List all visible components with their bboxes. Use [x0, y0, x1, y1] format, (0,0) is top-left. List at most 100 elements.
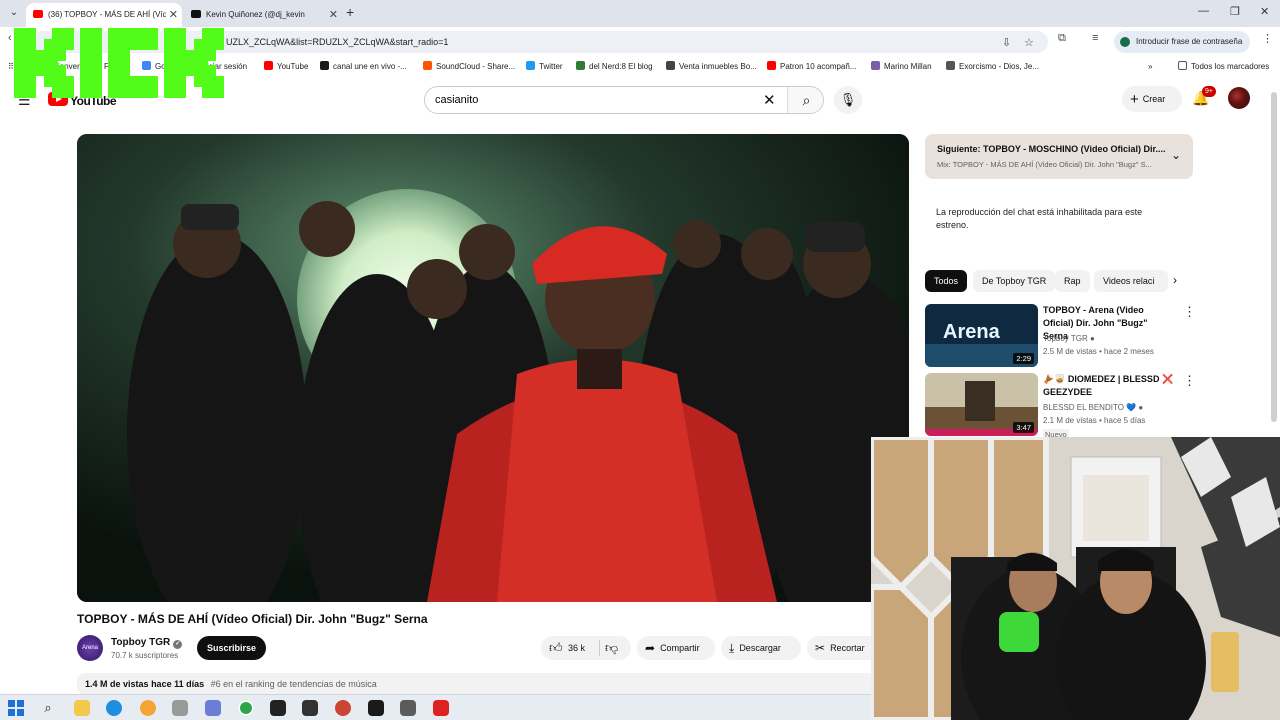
app-icon[interactable]	[172, 700, 188, 716]
more-options-icon[interactable]: ⋮	[1183, 304, 1196, 320]
notification-badge: 9+	[1202, 86, 1216, 97]
close-tab-icon[interactable]: ✕	[329, 3, 338, 27]
app-icon[interactable]	[302, 700, 318, 716]
download-button[interactable]: ⤓ Descargar	[721, 636, 801, 660]
bookmark-item[interactable]: YouTube	[264, 61, 308, 73]
thumbnail-title-text: Arena	[943, 321, 1001, 343]
tiktok-icon	[191, 10, 201, 18]
bookmark-item[interactable]: Patron 10 acompañ...	[767, 61, 857, 73]
trending-rank[interactable]: #6 en el ranking de tendencias de música	[211, 679, 377, 689]
mic-icon: 🎙	[839, 92, 857, 107]
related-title[interactable]: 🪘🥃 DIOMEDEZ | BLESSD ❌ GEEZYDEE	[1043, 373, 1175, 399]
like-icon[interactable]: 👍︎	[549, 636, 563, 660]
channel-name[interactable]: Topboy TGR ✓	[111, 637, 183, 649]
fr-icon	[666, 61, 675, 70]
clear-search-icon[interactable]: ✕	[763, 91, 776, 109]
chip-todos[interactable]: Todos	[925, 270, 968, 292]
chevron-right-icon[interactable]: ›	[1173, 273, 1177, 287]
app-icon[interactable]	[140, 700, 156, 716]
divider	[599, 640, 600, 656]
browser-menu-icon[interactable]: ⋮	[1262, 32, 1273, 45]
windows-taskbar: ⌕	[0, 694, 871, 720]
youtube-icon	[33, 10, 43, 18]
browser-tab-strip: ⌄ (36) TOPBOY - MÁS DE AHÍ (Víd ✕ Kevin …	[0, 0, 1280, 27]
download-icon: ⤓	[729, 641, 735, 655]
app-icon[interactable]	[270, 700, 286, 716]
bookmark-item[interactable]: canal une en vivo -...	[320, 61, 407, 73]
bookmark-item[interactable]: Exorcismo - Dios, Je...	[946, 61, 1039, 73]
bookmark-item[interactable]: Marino Millan	[871, 61, 932, 73]
chip-rap[interactable]: Rap	[1055, 270, 1090, 292]
description-box[interactable]: 1.4 M de vistas hace 11 días #6 en el ra…	[77, 673, 877, 695]
chip-videos-relacionados[interactable]: Videos relaci	[1094, 270, 1168, 292]
bookmark-item[interactable]: SoundCloud - Share...	[423, 61, 515, 73]
close-tab-icon[interactable]: ✕	[169, 3, 178, 27]
video-thumbnail[interactable]: Arena 2:29	[925, 304, 1038, 367]
chat-disabled-message: La reproducción del chat está inhabilita…	[936, 207, 1143, 230]
up-next-panel[interactable]: Siguiente: TOPBOY - MOSCHINO (Video Ofic…	[925, 134, 1193, 179]
verified-icon: ✓	[173, 640, 183, 649]
app-icon[interactable]	[400, 700, 416, 716]
bookmark-icon	[871, 61, 880, 70]
bookmark-item[interactable]: del Nerd:8 El blog	[576, 61, 653, 73]
page-scrollbar[interactable]	[1271, 92, 1277, 422]
tab-tiktok[interactable]: Kevin Quiñonez (@dj_kevin ✕	[184, 3, 342, 27]
dislike-icon[interactable]: 👎︎	[605, 636, 618, 660]
related-channel[interactable]: Topboy TGR ●	[1043, 334, 1095, 343]
bookmark-item[interactable]: Venta inmuebles Bo...	[666, 61, 757, 73]
app-icon[interactable]	[205, 700, 221, 716]
channel-avatar[interactable]: Arena	[77, 635, 103, 661]
password-prompt-button[interactable]: Introducir frase de contraseña	[1114, 31, 1250, 53]
chrome-icon[interactable]	[238, 700, 254, 716]
tab-title: Kevin Quiñonez (@dj_kevin	[206, 10, 305, 19]
share-button[interactable]: ➦ Compartir	[637, 636, 715, 660]
extensions-icon[interactable]: ⧉	[1058, 32, 1066, 45]
kick-logo	[14, 28, 224, 98]
apps-icon[interactable]: ⠿	[8, 61, 14, 73]
search-button[interactable]: ⌕	[787, 87, 823, 113]
subscribe-button[interactable]: Suscribirse	[197, 636, 266, 660]
video-duration: 3:47	[1013, 422, 1034, 433]
back-icon[interactable]: ‹	[8, 32, 12, 44]
subscriber-count: 70.7 k suscriptores	[111, 651, 179, 660]
app-icon[interactable]	[335, 700, 351, 716]
file-explorer-icon[interactable]	[74, 700, 90, 716]
bookmark-star-icon[interactable]: ☆	[1024, 36, 1034, 49]
minimize-icon[interactable]: —	[1198, 5, 1209, 17]
voice-search-button[interactable]: 🎙	[834, 86, 862, 114]
related-meta: 2.5 M de vistas • hace 2 meses	[1043, 347, 1154, 356]
restore-icon[interactable]: ❐	[1230, 5, 1240, 18]
new-tab-button[interactable]: +	[346, 4, 354, 20]
folder-icon	[1178, 61, 1187, 70]
video-thumbnail[interactable]: 3:47	[925, 373, 1038, 436]
like-count[interactable]: 36 k	[568, 636, 585, 660]
search-icon: ⌕	[802, 92, 811, 108]
edge-icon[interactable]	[106, 700, 122, 716]
video-player[interactable]	[77, 134, 909, 602]
search-input[interactable]	[425, 87, 765, 113]
youtube-icon	[767, 61, 776, 70]
install-icon[interactable]: ⇩	[1002, 36, 1011, 49]
app-icon[interactable]	[433, 700, 449, 716]
chevron-down-icon[interactable]: ⌄	[1171, 148, 1181, 162]
create-button[interactable]: + Crear	[1122, 86, 1182, 112]
account-avatar[interactable]	[1228, 87, 1250, 109]
screen: ⌄ (36) TOPBOY - MÁS DE AHÍ (Víd ✕ Kevin …	[0, 0, 1280, 720]
related-video[interactable]: Arena 2:29 TOPBOY - Arena (Video Oficial…	[925, 304, 1196, 368]
tab-search-icon[interactable]: ⌄	[6, 5, 22, 21]
app-icon[interactable]	[368, 700, 384, 716]
verified-icon: ●	[1090, 334, 1095, 343]
bookmark-item[interactable]: Twitter	[526, 61, 563, 73]
media-controls-icon[interactable]: ≡	[1092, 32, 1098, 44]
related-video[interactable]: 3:47 🪘🥃 DIOMEDEZ | BLESSD ❌ GEEZYDEE BLE…	[925, 373, 1196, 440]
search-icon[interactable]: ⌕	[40, 700, 56, 716]
tab-youtube[interactable]: (36) TOPBOY - MÁS DE AHÍ (Víd ✕	[26, 3, 182, 27]
close-window-icon[interactable]: ✕	[1260, 5, 1269, 18]
windows-start-icon[interactable]	[8, 700, 24, 716]
related-channel[interactable]: BLESSD EL BENDITO 💙 ●	[1043, 403, 1143, 412]
all-bookmarks-folder[interactable]: Todos los marcadores	[1178, 61, 1269, 73]
more-options-icon[interactable]: ⋮	[1183, 373, 1196, 389]
password-prompt-label: Introducir frase de contraseña	[1136, 37, 1243, 46]
chip-de-topboy[interactable]: De Topboy TGR	[973, 270, 1056, 292]
more-bookmarks-icon[interactable]: »	[1148, 61, 1152, 73]
